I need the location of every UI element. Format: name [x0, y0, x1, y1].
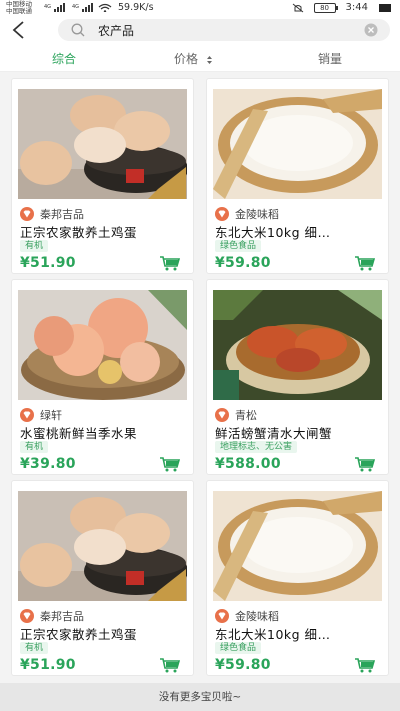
- product-name: 水蜜桃新鲜当季水果: [20, 426, 138, 441]
- store-badge-icon: [20, 408, 34, 422]
- sort-arrows-icon: [206, 55, 212, 64]
- add-to-cart-icon[interactable]: [354, 657, 376, 673]
- product-price: ¥51.90: [20, 657, 76, 673]
- store-label: 秦邦吉品: [40, 208, 84, 221]
- product-name: 东北大米10kg 细…: [215, 225, 331, 240]
- store-label: 秦邦吉品: [40, 610, 84, 623]
- rice-image: [213, 491, 382, 601]
- product-card[interactable]: 青松 鲜活螃蟹清水大闸蟹 地理标志、无公害 ¥588.00: [206, 279, 389, 475]
- carrier-info: 中国移动 中国联通: [6, 1, 32, 15]
- network-type-1: 4G: [44, 4, 51, 10]
- search-bar[interactable]: [58, 19, 390, 41]
- product-tag: 地理标志、无公害: [215, 441, 298, 453]
- store-name: 青松: [215, 408, 257, 422]
- add-to-cart-icon[interactable]: [354, 456, 376, 472]
- add-to-cart-icon[interactable]: [159, 657, 181, 673]
- product-price: ¥59.80: [215, 255, 271, 271]
- add-to-cart-icon[interactable]: [159, 255, 181, 271]
- product-card[interactable]: 秦邦吉品 正宗农家散养土鸡蛋 有机 ¥51.90: [11, 78, 194, 274]
- product-name: 正宗农家散养土鸡蛋: [20, 627, 138, 642]
- product-tag: 有机: [20, 642, 49, 654]
- peaches-image: [18, 290, 187, 400]
- product-tag: 有机: [20, 441, 49, 453]
- store-name: 秦邦吉品: [20, 207, 84, 221]
- store-badge-icon: [215, 408, 229, 422]
- product-price: ¥39.80: [20, 456, 76, 472]
- signal-icon: 4G: [44, 3, 65, 12]
- battery-level: 80: [320, 3, 329, 12]
- product-image-eggs: [18, 89, 187, 199]
- crabs-image: [213, 290, 382, 400]
- network-speed: 59.9K/s: [118, 2, 154, 13]
- store-name: 金陵味稻: [215, 609, 279, 623]
- eggs-image: [18, 89, 187, 199]
- clock: 3:44: [345, 2, 368, 13]
- product-image-rice: [213, 89, 382, 199]
- store-badge-icon: [215, 207, 229, 221]
- store-badge-icon: [215, 609, 229, 623]
- clear-icon[interactable]: [364, 23, 378, 37]
- product-tag: 绿色食品: [215, 240, 262, 252]
- wifi-icon: [98, 3, 112, 12]
- product-name: 东北大米10kg 细…: [215, 627, 331, 642]
- product-tag: 有机: [20, 240, 49, 252]
- add-to-cart-icon[interactable]: [159, 456, 181, 472]
- store-label: 青松: [235, 409, 257, 422]
- product-card[interactable]: 金陵味稻 东北大米10kg 细… 绿色食品 ¥59.80: [206, 480, 389, 676]
- product-tag: 绿色食品: [215, 642, 262, 654]
- tab-comprehensive[interactable]: 综合: [52, 50, 76, 67]
- product-price: ¥59.80: [215, 657, 271, 673]
- product-image-peaches: [18, 290, 187, 400]
- product-image-rice: [213, 491, 382, 601]
- store-badge-icon: [20, 207, 34, 221]
- signal-2-icon: 4G: [72, 3, 93, 12]
- store-name: 绿轩: [20, 408, 62, 422]
- tab-price[interactable]: 价格: [174, 50, 213, 67]
- notification-icon: [379, 3, 391, 12]
- product-name: 鲜活螃蟹清水大闸蟹: [215, 426, 333, 441]
- search-icon: [71, 23, 85, 37]
- store-label: 绿轩: [40, 409, 62, 422]
- no-more-items-note: 没有更多宝贝啦~: [0, 683, 400, 711]
- carrier-2: 中国联通: [6, 7, 32, 15]
- product-card[interactable]: 绿轩 水蜜桃新鲜当季水果 有机 ¥39.80: [11, 279, 194, 475]
- battery-icon: 80: [313, 2, 338, 13]
- eggs-image: [18, 491, 187, 601]
- product-image-eggs: [18, 491, 187, 601]
- store-label: 金陵味稻: [235, 610, 279, 623]
- tab-price-label: 价格: [174, 52, 199, 66]
- product-price: ¥51.90: [20, 255, 76, 271]
- product-name: 正宗农家散养土鸡蛋: [20, 225, 138, 240]
- product-price: ¥588.00: [215, 456, 281, 472]
- store-label: 金陵味稻: [235, 208, 279, 221]
- rice-image: [213, 89, 382, 199]
- status-bar: 中国移动 中国联通 4G 4G 59.9K/s 80 3:44: [0, 0, 400, 16]
- product-card[interactable]: 金陵味稻 东北大米10kg 细… 绿色食品 ¥59.80: [206, 78, 389, 274]
- search-input[interactable]: [98, 21, 348, 39]
- tab-sales[interactable]: 销量: [318, 50, 342, 67]
- sort-bar: 综合 价格 销量: [0, 44, 400, 72]
- store-badge-icon: [20, 609, 34, 623]
- store-name: 金陵味稻: [215, 207, 279, 221]
- mute-icon: [292, 3, 303, 12]
- search-header: [0, 16, 400, 44]
- back-arrow-icon[interactable]: [8, 18, 32, 42]
- product-card[interactable]: 秦邦吉品 正宗农家散养土鸡蛋 有机 ¥51.90: [11, 480, 194, 676]
- product-image-crabs: [213, 290, 382, 400]
- network-type-2: 4G: [72, 4, 79, 10]
- add-to-cart-icon[interactable]: [354, 255, 376, 271]
- store-name: 秦邦吉品: [20, 609, 84, 623]
